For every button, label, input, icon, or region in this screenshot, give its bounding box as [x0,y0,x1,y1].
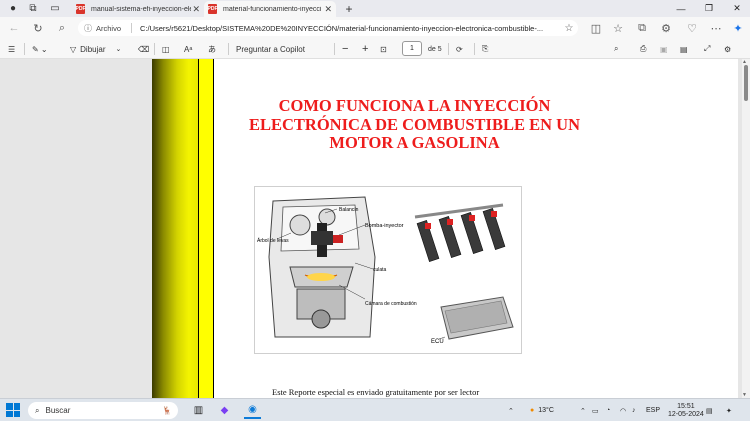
pdf-page: COMO FUNCIONA LA INYECCIÓN ELECTRÓNICA D… [152,59,738,398]
url-field[interactable]: ⓘ Archivo C:/Users/r5621/Desktop/SISTEMA… [78,20,578,36]
edge-browser-icon[interactable]: ◉ [244,402,261,419]
table-of-contents-icon[interactable]: ☰ [8,42,15,56]
two-page-view-icon[interactable]: ⎘ [482,42,488,56]
clock-time: 15:51 [677,402,695,410]
tab-strip: ● ⧉ ▭ PDF manual-sistema-efi-inyeccion-e… [0,0,750,17]
pdf-file-icon: PDF [75,4,86,14]
save-icon[interactable]: ▣ [660,42,668,56]
page-view-icon[interactable]: ◫ [162,42,170,56]
page-total-label: de 5 [428,45,442,53]
search-highlight-icon: 🦌 [162,406,172,415]
label-balancin: Balancín [339,207,359,213]
profile-icon[interactable]: ● [4,1,22,16]
battery-icon[interactable]: ▭ [592,399,599,421]
copilot-taskbar-icon[interactable]: ✦ [726,399,732,421]
weather-widget[interactable]: ● 13°C [530,399,554,421]
show-hidden-icons[interactable]: ⌃ [508,399,514,421]
restore-icon[interactable]: ❐ [696,0,722,17]
minimize-icon[interactable]: — [668,0,694,17]
page-number-input[interactable]: 1 [402,41,422,56]
notifications-icon[interactable]: ▤ [706,399,713,421]
taskbar-search[interactable]: ⌕ Buscar 🦌 [28,402,178,419]
address-bar: ← ↻ ⌕ ⓘ Archivo C:/Users/r5621/Desktop/S… [0,17,750,39]
weather-temp: 13°C [538,407,554,414]
windows-start-icon[interactable] [6,403,20,417]
vertical-scrollbar[interactable]: ▲ ▼ [742,59,750,398]
pdf-toolbar: ☰ ✎ ⌄ ▽ Dibujar ⌄ ⌫ ◫ Aᵃ あ Preguntar a C… [0,39,750,59]
save-as-icon[interactable]: ▤ [680,42,688,56]
draw-icon: ▽ [70,44,77,54]
read-aloud-icon[interactable]: Aᵃ [184,42,192,56]
input-language[interactable]: ESP [646,399,660,421]
pdf-settings-icon[interactable]: ⚙ [724,42,731,56]
label-culata: culata [373,267,387,273]
workspaces-icon[interactable]: ⧉ [24,1,42,16]
fit-page-icon[interactable]: ⊡ [380,42,387,56]
translate-icon[interactable]: あ [208,42,216,56]
split-screen-icon[interactable]: ◫ [588,21,604,35]
zoom-in-icon[interactable]: + [362,42,368,56]
search-icon: ⌕ [35,405,40,415]
pdf-file-icon: PDF [207,4,218,14]
draw-button[interactable]: ▽ Dibujar ⌄ [70,42,121,56]
label-ecu: ECU [431,339,444,345]
chevron-up-icon[interactable]: ⌃ [580,399,586,421]
tab-title: material-funcionamiento-inyecci [223,5,322,13]
copilot-icon[interactable]: ✦ [730,21,746,35]
tab-actions-icon[interactable]: ▭ [46,1,64,16]
close-tab-icon[interactable]: ✕ [192,4,200,15]
volume-icon[interactable]: ♪ [632,399,636,421]
engine-injection-diagram: Balancín Bomba-inyector Árbol de levas c… [254,186,522,354]
document-title: COMO FUNCIONA LA INYECCIÓN ELECTRÓNICA D… [249,96,580,152]
rotate-icon[interactable]: ⟳ [456,42,463,56]
decorative-gradient-bar [152,59,198,398]
clock[interactable]: 15:51 12-05-2024 [668,399,704,421]
decorative-yellow-strip [198,59,214,398]
file-scheme-label: Archivo [96,23,122,33]
print-icon[interactable]: ⎙ [640,42,646,56]
favorite-star-icon[interactable]: ☆ [560,23,578,34]
fullscreen-icon[interactable]: ⤢ [704,42,710,56]
label-camara-combustion: Cámara de combustión [365,301,417,307]
weather-icon: ● [530,407,535,414]
engine-diagram-svg: Balancín Bomba-inyector Árbol de levas c… [257,196,514,345]
collections-icon[interactable]: ⧉ [634,21,650,35]
pdf-viewer[interactable]: COMO FUNCIONA LA INYECCIÓN ELECTRÓNICA D… [0,59,750,398]
clock-date: 12-05-2024 [668,410,704,418]
search-placeholder: Buscar [45,406,71,415]
favorites-icon[interactable]: ☆ [610,21,626,35]
browser-essentials-icon[interactable]: ♡ [684,21,700,35]
close-tab-icon[interactable]: ✕ [324,4,332,15]
close-window-icon[interactable]: ✕ [724,0,750,17]
task-view-icon[interactable]: ▥ [190,402,207,419]
document-body-text: Este Reporte especial es enviado gratuit… [272,387,480,397]
ask-copilot-button[interactable]: Preguntar a Copilot [236,42,305,56]
draw-label: Dibujar [80,44,106,54]
back-icon[interactable]: ← [6,21,22,35]
extensions-icon[interactable]: ⚙ [658,21,674,35]
network-icon[interactable]: ◔ [606,399,610,421]
tab-material-funcionamiento[interactable]: PDF material-funcionamiento-inyecci ✕ [204,1,336,17]
highlight-icon[interactable]: ✎ ⌄ [32,42,48,56]
label-arbol-de-levas: Árbol de levas [257,237,289,244]
label-bomba-inyector: Bomba-inyector [365,223,404,229]
search-icon[interactable]: ⌕ [54,21,70,35]
url-text: C:/Users/r5621/Desktop/SISTEMA%20DE%20IN… [140,23,544,33]
tab-title: manual-sistema-efi-inyeccion-ele [91,5,191,13]
taskbar: ⌕ Buscar 🦌 ▥ ◆ ◉ ⌃ ● 13°C ⌃ ▭ ◔ ◠ ♪ ESP … [0,398,750,421]
wifi-icon[interactable]: ◠ [620,399,626,421]
tab-manual-sistema-efi[interactable]: PDF manual-sistema-efi-inyeccion-ele ✕ [72,1,204,17]
scrollbar-thumb[interactable] [744,65,748,101]
refresh-icon[interactable]: ↻ [30,21,46,35]
zoom-out-icon[interactable]: − [342,42,348,56]
new-tab-icon[interactable]: + [340,1,358,16]
eraser-icon[interactable]: ⌫ [138,42,149,56]
app-icon[interactable]: ◆ [216,402,233,419]
info-icon[interactable]: ⓘ [84,23,92,34]
find-icon[interactable]: ⌕ [614,42,618,56]
more-menu-icon[interactable]: ⋯ [708,21,724,35]
